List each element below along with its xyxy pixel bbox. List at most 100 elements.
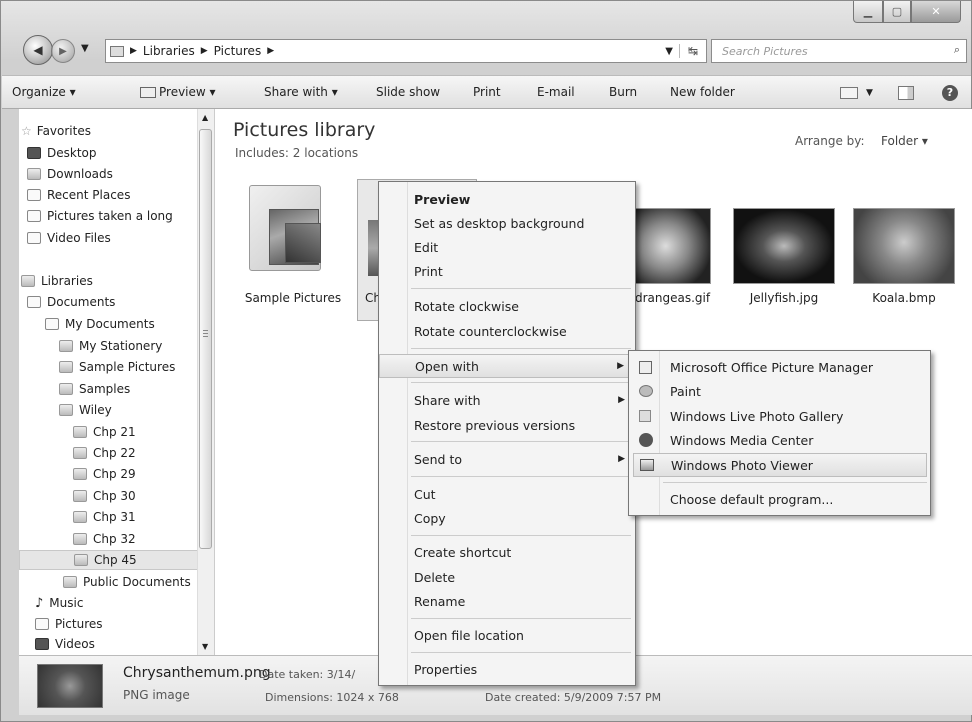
nav-label: My Documents	[65, 317, 155, 331]
minimize-button[interactable]: ▁	[853, 1, 883, 23]
breadcrumb-pictures[interactable]: Pictures	[214, 44, 262, 58]
nav-chp31[interactable]: Chp 31	[73, 507, 136, 527]
nav-libraries[interactable]: Libraries	[21, 271, 93, 291]
nav-recent-places[interactable]: Recent Places	[27, 185, 130, 205]
nav-label: My Stationery	[79, 339, 163, 353]
photo-gallery-icon	[639, 410, 651, 422]
nav-documents[interactable]: Documents	[27, 292, 115, 312]
views-dropdown-icon[interactable]: ▼	[866, 88, 873, 98]
menu-item-edit[interactable]: Edit	[379, 235, 635, 259]
nav-music[interactable]: ♪ Music	[35, 593, 83, 613]
menu-item-create-shortcut[interactable]: Create shortcut	[379, 540, 635, 564]
file-label: Sample Pictures	[244, 291, 342, 305]
menu-item-share-with[interactable]: Share with ▶	[379, 388, 635, 412]
nav-videos[interactable]: Videos	[35, 634, 95, 654]
nav-video-files[interactable]: Video Files	[27, 228, 111, 248]
nav-public-documents[interactable]: Public Documents	[63, 572, 191, 592]
share-with-button[interactable]: Share with ▾	[264, 85, 338, 99]
address-bar[interactable]: ▶ Libraries ▶ Pictures ▶ ▼ ↹	[105, 39, 707, 63]
help-icon[interactable]: ?	[942, 85, 958, 101]
menu-item-open-with[interactable]: Open with ▶	[379, 354, 635, 378]
menu-item-media-center[interactable]: Windows Media Center	[629, 428, 930, 452]
nav-scrollbar-thumb[interactable]	[199, 129, 212, 549]
nav-chp21[interactable]: Chp 21	[73, 422, 136, 442]
menu-item-cut[interactable]: Cut	[379, 482, 635, 506]
menu-item-label: Microsoft Office Picture Manager	[670, 359, 874, 375]
nav-desktop[interactable]: Desktop	[27, 143, 97, 163]
nav-sample-pictures[interactable]: Sample Pictures	[59, 357, 175, 377]
nav-chp45[interactable]: Chp 45	[19, 550, 199, 570]
hydrangeas-thumbnail[interactable]	[635, 208, 711, 284]
organize-button[interactable]: Organize ▾	[12, 85, 76, 99]
library-includes[interactable]: Includes: 2 locations	[235, 146, 358, 160]
menu-item-send-to[interactable]: Send to ▶	[379, 447, 635, 471]
menu-item-office-picture-manager[interactable]: Microsoft Office Picture Manager	[629, 355, 930, 379]
email-button[interactable]: E-mail	[537, 85, 575, 99]
menu-item-live-photo-gallery[interactable]: Windows Live Photo Gallery	[629, 404, 930, 428]
nav-my-documents[interactable]: My Documents	[45, 314, 155, 334]
back-button[interactable]: ◀	[23, 35, 53, 65]
nav-chp32[interactable]: Chp 32	[73, 529, 136, 549]
breadcrumb-libraries[interactable]: Libraries	[143, 44, 195, 58]
menu-item-preview[interactable]: Preview	[379, 187, 635, 211]
scroll-up-icon[interactable]: ▲	[202, 113, 208, 122]
koala-thumbnail[interactable]	[853, 208, 955, 284]
arrange-by-label: Arrange by:	[795, 134, 865, 148]
nav-pictures[interactable]: Pictures	[35, 614, 103, 634]
maximize-button[interactable]: ▢	[883, 1, 911, 23]
nav-chp30[interactable]: Chp 30	[73, 486, 136, 506]
preview-button[interactable]: Preview ▾	[140, 85, 216, 99]
videos-icon	[35, 638, 49, 650]
burn-button[interactable]: Burn	[609, 85, 637, 99]
recent-pages-dropdown-icon[interactable]: ▼	[81, 43, 89, 54]
jellyfish-thumbnail[interactable]	[733, 208, 835, 284]
nav-label: Chp 30	[93, 489, 136, 503]
arrange-by-dropdown[interactable]: Folder ▾	[881, 134, 928, 148]
command-bar: Organize ▾ Preview ▾ Share with ▾ Slide …	[2, 75, 971, 109]
menu-item-open-file-location[interactable]: Open file location	[379, 623, 635, 647]
nav-wiley[interactable]: Wiley	[59, 400, 112, 420]
menu-item-choose-default-program[interactable]: Choose default program...	[629, 487, 930, 511]
nav-chp22[interactable]: Chp 22	[73, 443, 136, 463]
nav-downloads[interactable]: Downloads	[27, 164, 113, 184]
scroll-down-icon[interactable]: ▼	[202, 642, 208, 651]
submenu-arrow-icon: ▶	[618, 454, 625, 464]
sample-pictures-folder[interactable]	[245, 179, 325, 279]
file-thumbnail	[37, 664, 103, 708]
menu-item-print[interactable]: Print	[379, 259, 635, 283]
forward-button[interactable]: ▶	[51, 39, 75, 63]
slide-show-button[interactable]: Slide show	[376, 85, 440, 99]
menu-item-delete[interactable]: Delete	[379, 565, 635, 589]
search-icon[interactable]: ⌕	[954, 43, 960, 57]
refresh-icon[interactable]: ↹	[678, 44, 706, 58]
print-button[interactable]: Print	[473, 85, 501, 99]
close-button[interactable]: ✕	[911, 1, 961, 23]
new-folder-button[interactable]: New folder	[670, 85, 735, 99]
nav-chp29[interactable]: Chp 29	[73, 464, 136, 484]
nav-my-stationery[interactable]: My Stationery	[59, 336, 162, 356]
menu-item-photo-viewer[interactable]: Windows Photo Viewer	[633, 453, 927, 477]
breadcrumb-separator-icon: ▶	[130, 46, 137, 56]
menu-item-rotate-counterclockwise[interactable]: Rotate counterclockwise	[379, 319, 635, 343]
search-input[interactable]: Search Pictures ⌕	[711, 39, 967, 63]
nav-label: Documents	[47, 295, 116, 309]
picture-manager-icon	[639, 360, 652, 374]
nav-samples[interactable]: Samples	[59, 379, 130, 399]
preview-pane-icon[interactable]	[898, 86, 914, 100]
nav-label: Sample Pictures	[79, 360, 176, 374]
menu-item-rotate-clockwise[interactable]: Rotate clockwise	[379, 294, 635, 318]
menu-item-properties[interactable]: Properties	[379, 657, 635, 681]
details-date-taken: Date taken: 3/14/	[259, 668, 356, 681]
documents-folder-icon	[45, 318, 59, 330]
menu-item-set-background[interactable]: Set as desktop background	[379, 211, 635, 235]
folder-icon	[74, 554, 88, 566]
menu-item-copy[interactable]: Copy	[379, 506, 635, 530]
menu-item-restore-previous-versions[interactable]: Restore previous versions	[379, 413, 635, 437]
nav-pictures-taken[interactable]: Pictures taken a long	[27, 206, 173, 226]
menu-item-rename[interactable]: Rename	[379, 589, 635, 613]
address-dropdown-icon[interactable]: ▼	[665, 46, 679, 57]
folder-icon	[59, 404, 73, 416]
nav-favorites[interactable]: ☆ Favorites	[21, 121, 91, 141]
menu-item-paint[interactable]: Paint	[629, 379, 930, 403]
views-icon[interactable]	[840, 87, 858, 99]
